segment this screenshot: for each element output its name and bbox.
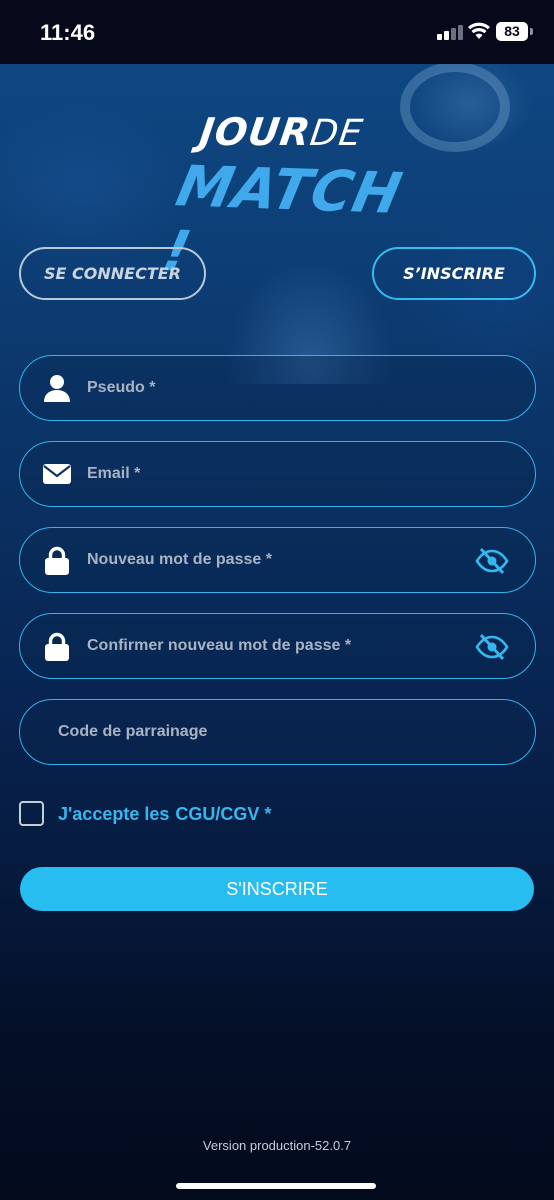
pseudo-field-container [19, 355, 536, 421]
battery-tip [530, 28, 533, 35]
logo-jour: JOUR [196, 110, 314, 154]
confirm-password-input[interactable] [87, 614, 467, 677]
tab-login[interactable]: SE CONNECTER [19, 247, 206, 300]
status-time: 11:46 [40, 20, 96, 45]
accept-terms-text: J'accepte les [58, 804, 170, 824]
signal-icon [437, 24, 463, 40]
lock-icon [45, 632, 69, 661]
tab-signup[interactable]: S’INSCRIRE [372, 247, 536, 300]
confirm-password-field-container [19, 613, 536, 679]
pseudo-input[interactable] [87, 356, 517, 419]
password-field-container [19, 527, 536, 593]
accept-terms-checkbox[interactable] [19, 801, 44, 826]
signup-screen: 11:46 83 JOURDE MATCH ! SE CONNECTER S’I… [0, 0, 554, 1200]
logo-line-1: JOURDE [197, 110, 366, 154]
accept-terms-label: J'accepte les CGU/CGV * [58, 804, 271, 825]
wifi-icon [468, 22, 490, 39]
logo-de: DE [307, 113, 366, 154]
megaphone-decoration [400, 62, 510, 152]
email-field-container [19, 441, 536, 507]
referral-code-input[interactable] [58, 700, 518, 763]
app-logo: JOURDE MATCH ! [157, 110, 408, 285]
battery-icon: 83 [496, 22, 528, 41]
lock-icon [45, 546, 69, 575]
cgu-link[interactable]: CGU/CGV * [175, 804, 271, 824]
email-input[interactable] [87, 442, 517, 505]
eye-slash-icon[interactable] [475, 547, 509, 575]
version-label: Version production-52.0.7 [202, 1138, 352, 1153]
envelope-icon [43, 464, 71, 484]
status-bar: 11:46 83 [0, 0, 554, 64]
referral-field-container [19, 699, 536, 765]
home-indicator [176, 1183, 376, 1189]
signup-submit-button[interactable]: S'INSCRIRE [20, 867, 534, 911]
user-icon [44, 375, 70, 402]
password-input[interactable] [87, 528, 467, 591]
eye-slash-icon[interactable] [475, 633, 509, 661]
